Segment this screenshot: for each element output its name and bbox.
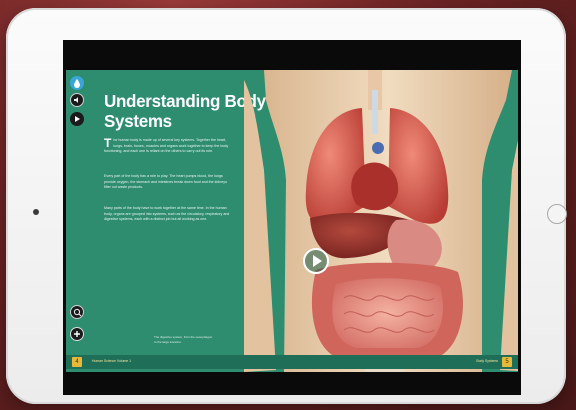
ebook-page: Understanding Body Systems T he human bo… bbox=[66, 70, 518, 372]
magnifier-icon[interactable] bbox=[70, 305, 84, 319]
home-button[interactable] bbox=[547, 204, 567, 224]
front-camera bbox=[33, 209, 39, 215]
speaker-icon[interactable] bbox=[70, 93, 84, 107]
drop-cap: T bbox=[104, 136, 112, 150]
body-paragraph: Many parts of the body have to work toge… bbox=[104, 206, 230, 222]
play-icon[interactable] bbox=[70, 112, 84, 126]
play-video-button[interactable] bbox=[303, 248, 329, 274]
page-footer: 4 Human Science Volume 1 Body Systems 5 bbox=[66, 355, 518, 369]
intro-paragraph: T he human body is made up of several ke… bbox=[104, 136, 234, 155]
plus-icon[interactable] bbox=[70, 327, 84, 341]
illustration-caption: The digestive system, from the oesophagu… bbox=[154, 335, 213, 344]
footer-section-title: Body Systems bbox=[476, 359, 498, 363]
tablet-screen: Understanding Body Systems T he human bo… bbox=[63, 40, 521, 395]
page-number-right[interactable]: 5 bbox=[502, 357, 512, 367]
play-triangle-icon bbox=[313, 255, 322, 267]
body-paragraph: Every part of the body has a role to pla… bbox=[104, 174, 227, 190]
footer-book-title: Human Science Volume 1 bbox=[92, 359, 132, 363]
page-number-left[interactable]: 4 bbox=[72, 357, 82, 367]
tablet-device: Understanding Body Systems T he human bo… bbox=[6, 8, 567, 404]
brand-drop-icon[interactable] bbox=[70, 76, 84, 90]
intro-text: he human body is made up of several key … bbox=[104, 138, 229, 154]
anatomy-illustration bbox=[244, 70, 518, 372]
